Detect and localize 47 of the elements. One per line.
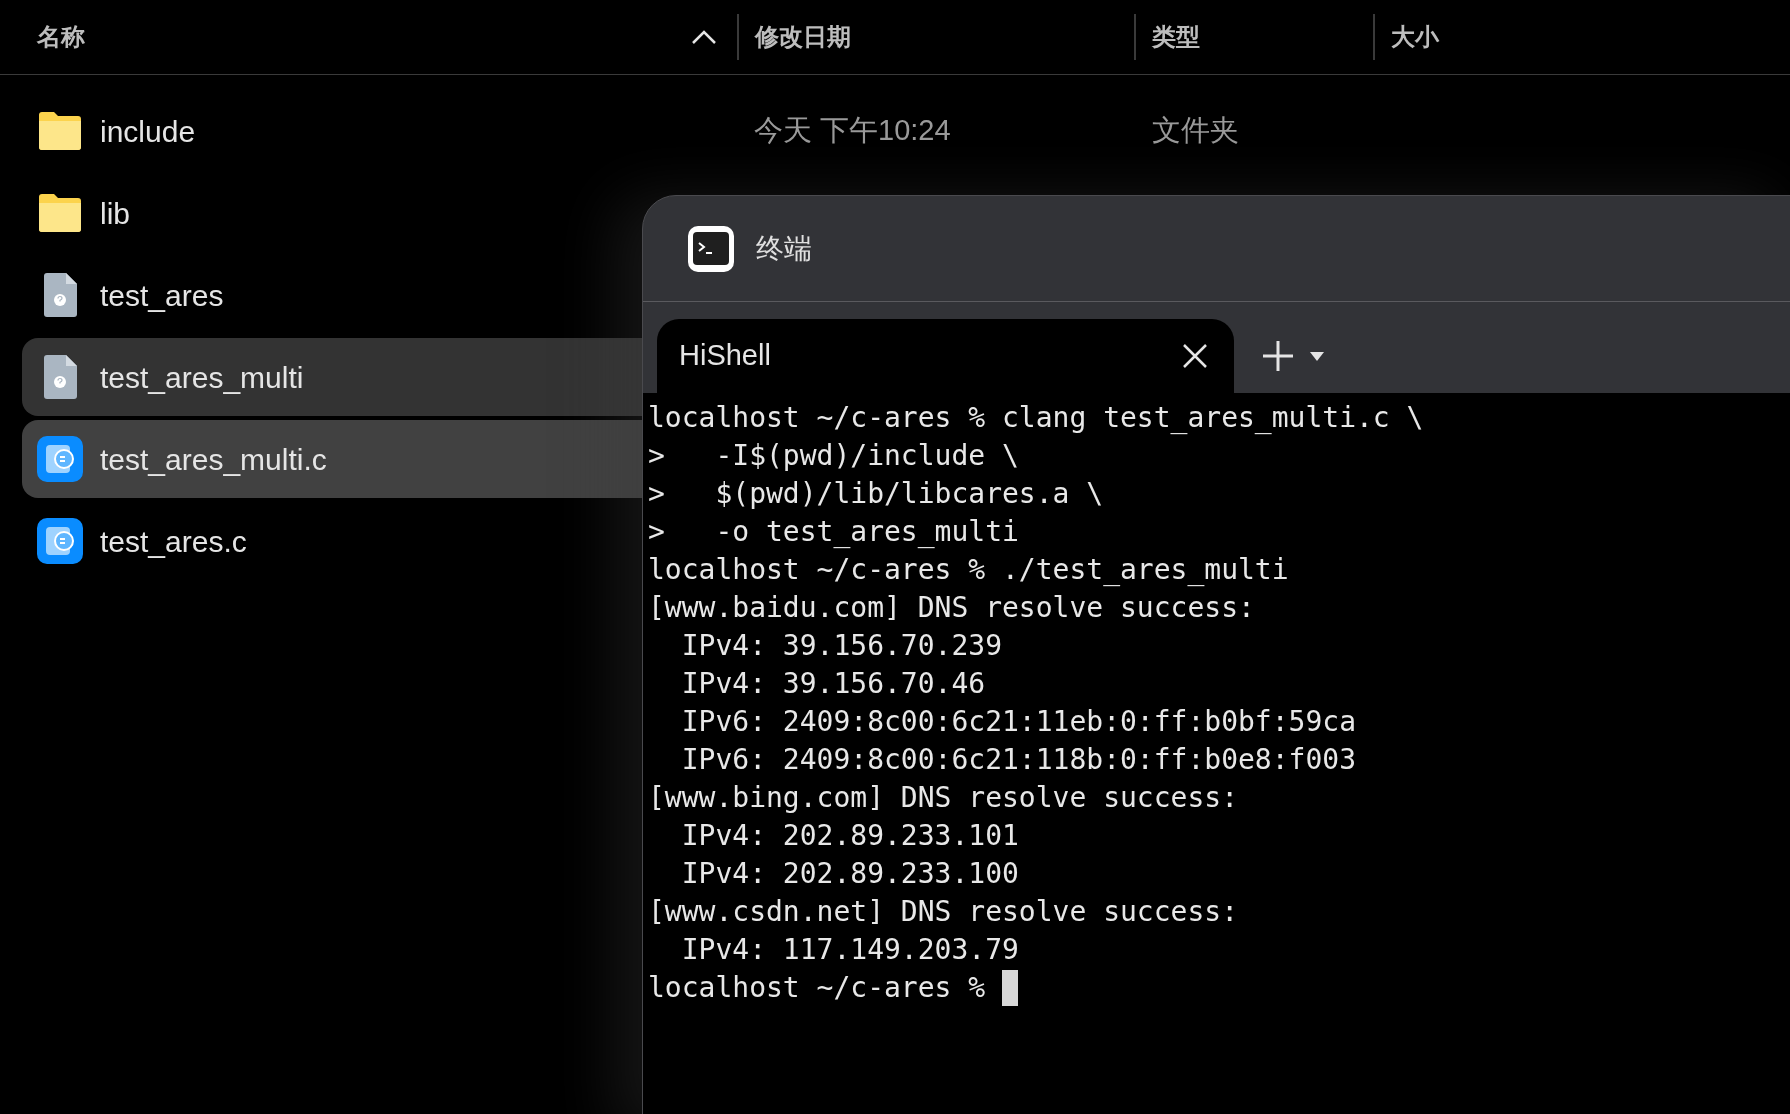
column-header[interactable]: 修改日期 <box>755 19 851 55</box>
chevron-up-icon <box>691 29 717 45</box>
unknown-file-icon <box>42 354 78 400</box>
terminal-line: localhost ~/c-ares % ./test_ares_multi <box>648 552 1289 588</box>
terminal-line: IPv4: 39.156.70.46 <box>680 666 986 702</box>
terminal-line: IPv6: 2409:8c00:6c21:11eb:0:ff:b0bf:59ca <box>680 704 1356 740</box>
dropdown-caret-icon[interactable] <box>1310 351 1324 361</box>
terminal-tab[interactable]: HiShell <box>657 319 1234 393</box>
file-name: include <box>100 113 196 150</box>
file-row[interactable]: lib <box>22 174 642 252</box>
file-row[interactable]: test_ares_multi.c <box>22 420 642 498</box>
file-name: test_ares_multi.c <box>100 441 327 478</box>
terminal-app-icon <box>688 225 734 272</box>
terminal-line: IPv6: 2409:8c00:6c21:118b:0:ff:b0e8:f003 <box>680 742 1356 778</box>
modified-date: 今天 下午10:24 <box>754 113 952 149</box>
file-name: lib <box>100 195 130 232</box>
terminal-line: [www.baidu.com] DNS resolve success: <box>648 590 1255 626</box>
terminal-line: [www.bing.com] DNS resolve success: <box>648 780 1238 816</box>
terminal-line: IPv4: 202.89.233.101 <box>680 818 1019 854</box>
terminal-line: > $(pwd)/lib/libcares.a \ <box>648 476 1104 512</box>
terminal-line: > -o test_ares_multi <box>648 514 1019 550</box>
file-name: test_ares_multi <box>100 359 304 396</box>
column-header[interactable]: 类型 <box>1152 19 1200 55</box>
file-name: test_ares.c <box>100 523 247 560</box>
file-name: test_ares <box>100 277 224 314</box>
source-file-icon <box>37 518 83 564</box>
terminal-line: [www.csdn.net] DNS resolve success: <box>648 894 1238 930</box>
terminal-line: IPv4: 117.149.203.79 <box>680 932 1019 968</box>
unknown-file-icon <box>42 272 78 318</box>
file-row[interactable]: test_ares <box>22 256 642 334</box>
terminal-line: IPv4: 202.89.233.100 <box>680 856 1019 892</box>
source-file-icon <box>37 436 83 482</box>
file-row[interactable]: test_ares_multi <box>22 338 642 416</box>
file-type: 文件夹 <box>1152 113 1239 149</box>
file-row[interactable]: include <box>22 92 642 170</box>
file-row[interactable]: test_ares.c <box>22 502 642 580</box>
terminal-line: localhost ~/c-ares % clang test_ares_multi.c \ <box>648 400 1424 436</box>
plus-icon[interactable] <box>1262 340 1294 372</box>
folder-icon <box>36 193 84 233</box>
window-title: 终端 <box>756 231 812 266</box>
column-header[interactable]: 大小 <box>1391 19 1439 55</box>
close-icon[interactable] <box>1182 343 1208 369</box>
folder-icon <box>36 111 84 151</box>
terminal-line: IPv4: 39.156.70.239 <box>680 628 1002 664</box>
terminal-line: localhost ~/c-ares % <box>648 970 987 1006</box>
column-header[interactable]: 名称 <box>37 19 85 55</box>
terminal-line: > -I$(pwd)/include \ <box>648 438 1019 474</box>
